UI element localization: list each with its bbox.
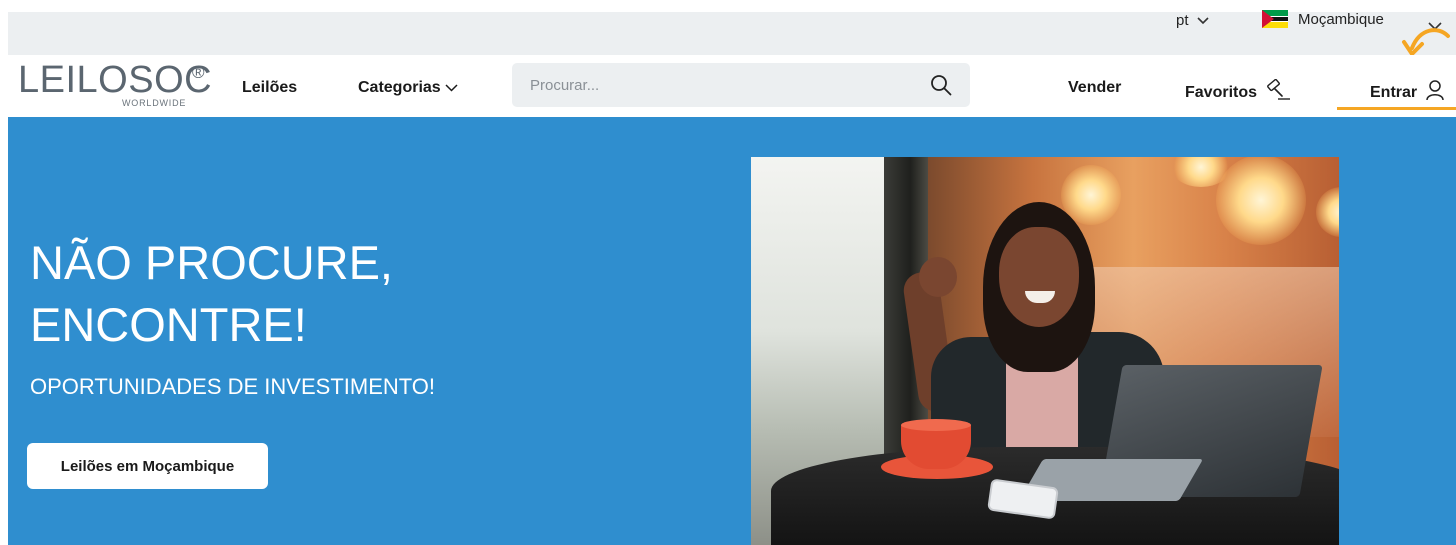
gavel-icon [1265, 78, 1291, 106]
nav-favoritos-label: Favoritos [1185, 83, 1258, 101]
nav-categorias[interactable]: Categorias [358, 79, 458, 97]
logo-registered-mark: ® [192, 63, 205, 82]
nav-entrar-label: Entrar [1370, 83, 1418, 101]
search-icon[interactable] [930, 74, 952, 101]
nav-leiloes-label: Leilões [242, 79, 298, 96]
logo-text: LEILOSOC [18, 59, 213, 101]
search-bar [512, 63, 970, 107]
nav-vender[interactable]: Vender [1068, 79, 1121, 97]
user-icon [1425, 79, 1445, 106]
nav-favoritos[interactable]: Favoritos [1185, 78, 1291, 106]
left-edge [0, 0, 8, 545]
nav-vender-label: Vender [1068, 79, 1122, 96]
search-input[interactable] [512, 63, 890, 107]
hero-title: NÃO PROCURE, ENCONTRE! [30, 232, 393, 356]
hero-image [751, 157, 1339, 545]
hero-title-line2: ENCONTRE! [30, 298, 307, 351]
auctions-mozambique-button[interactable]: Leilões em Moçambique [27, 443, 268, 489]
hero-subtitle: OPORTUNIDADES DE INVESTIMENTO! [30, 374, 436, 399]
nav-categorias-label: Categorias [358, 79, 441, 96]
top-utility-bar [8, 12, 1456, 55]
country-selector[interactable]: Moçambique [1262, 10, 1384, 28]
chevron-down-icon [445, 79, 458, 97]
nav-entrar[interactable]: Entrar [1370, 79, 1445, 106]
nav-leiloes[interactable]: Leilões [242, 79, 297, 97]
chevron-down-icon [1196, 16, 1209, 25]
entrar-active-underline [1337, 107, 1456, 110]
hero-title-line1: NÃO PROCURE, [30, 236, 393, 289]
language-selector[interactable]: pt [1176, 12, 1209, 29]
logo-subtitle: WORLDWIDE [122, 98, 187, 108]
mozambique-flag-icon [1262, 10, 1288, 28]
logo[interactable]: LEILOSOC ® WORLDWIDE [18, 59, 213, 108]
language-label: pt [1176, 12, 1189, 29]
country-label: Moçambique [1298, 10, 1384, 28]
